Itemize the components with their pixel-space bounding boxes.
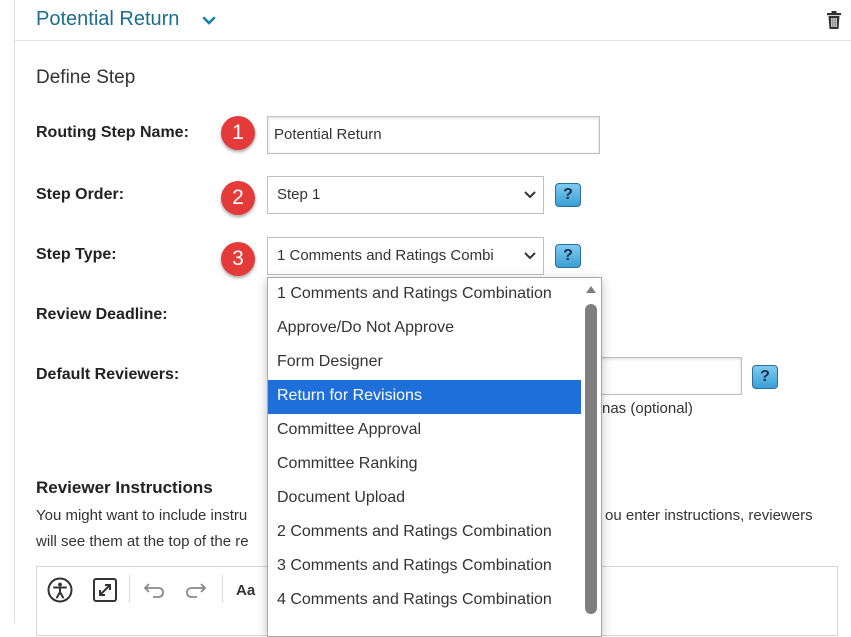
default-reviewers-hint: nas (optional)	[602, 400, 693, 417]
step-badge-2: 2	[221, 181, 255, 215]
chevron-down-icon	[524, 252, 536, 260]
instructions-text-line2: will see them at the top of the re	[36, 533, 249, 550]
dropdown-option[interactable]: Return for Revisions	[268, 380, 582, 414]
step-badge-3: 3	[221, 242, 255, 276]
review-deadline-label: Review Deadline:	[36, 306, 168, 323]
step-order-help-button[interactable]: ?	[555, 183, 581, 207]
default-reviewers-help-button[interactable]: ?	[752, 365, 778, 389]
step-order-value: Step 1	[277, 186, 321, 203]
dropdown-option[interactable]: Form Designer	[268, 346, 582, 380]
instructions-text-line1-left: You might want to include instru	[36, 507, 248, 524]
step-type-dropdown-list[interactable]: 1 Comments and Ratings Combination Approv…	[267, 277, 602, 637]
reviewer-instructions-heading: Reviewer Instructions	[36, 478, 213, 497]
fullscreen-icon[interactable]	[92, 577, 118, 603]
chevron-down-icon[interactable]	[201, 13, 217, 29]
dropdown-option[interactable]: Approve/Do Not Approve	[268, 312, 582, 346]
define-step-heading: Define Step	[36, 67, 136, 88]
step-order-select[interactable]: Step 1	[267, 176, 544, 214]
dropdown-option[interactable]: 4 Comments and Ratings Combination	[268, 584, 582, 618]
step-type-label: Step Type:	[36, 246, 117, 263]
dropdown-option[interactable]: 3 Comments and Ratings Combination	[268, 550, 582, 584]
step-type-value: 1 Comments and Ratings Combi	[277, 247, 494, 264]
routing-step-name-input[interactable]: Potential Return	[267, 116, 600, 154]
dropdown-scrollbar[interactable]	[581, 278, 601, 636]
step-order-label: Step Order:	[36, 186, 125, 203]
scrollbar-thumb[interactable]	[585, 304, 597, 614]
step-title[interactable]: Potential Return	[36, 8, 179, 31]
scroll-up-icon[interactable]	[585, 284, 597, 294]
toolbar-divider	[222, 575, 223, 603]
toolbar-divider	[129, 575, 130, 603]
dropdown-option[interactable]: 1 Comments and Ratings Combination	[268, 278, 582, 312]
default-reviewers-label: Default Reviewers:	[36, 366, 180, 383]
undo-icon[interactable]	[143, 581, 165, 599]
font-size-icon[interactable]: Aa	[236, 582, 255, 599]
dropdown-option[interactable]: Committee Approval	[268, 414, 582, 448]
step-header[interactable]: Potential Return	[15, 0, 851, 41]
dropdown-option[interactable]: Document Upload	[268, 482, 582, 516]
step-type-select[interactable]: 1 Comments and Ratings Combi	[267, 237, 544, 275]
accessibility-icon[interactable]	[47, 577, 73, 603]
routing-step-name-label: Routing Step Name:	[36, 124, 189, 141]
chevron-down-icon	[524, 191, 536, 199]
dropdown-option[interactable]: 2 Comments and Ratings Combination	[268, 516, 582, 550]
redo-icon[interactable]	[185, 581, 207, 599]
step-type-help-button[interactable]: ?	[555, 244, 581, 268]
step-badge-1: 1	[221, 116, 255, 150]
dropdown-option[interactable]: Committee Ranking	[268, 448, 582, 482]
instructions-text-line1-right: ou enter instructions, reviewers	[605, 507, 813, 524]
trash-icon[interactable]	[826, 11, 842, 29]
